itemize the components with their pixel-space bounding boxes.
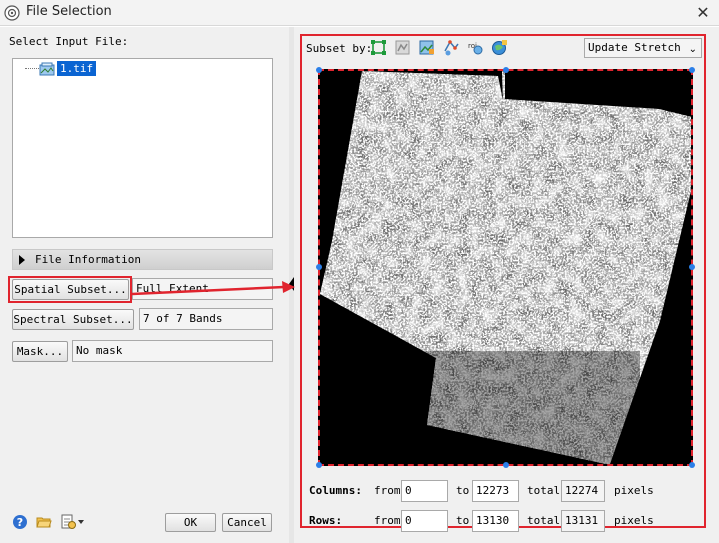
close-button[interactable]: ✕: [693, 3, 713, 23]
file-tree[interactable]: 1.tif: [12, 58, 273, 238]
columns-to-input[interactable]: 12273: [472, 480, 519, 502]
columns-unit-label: pixels: [614, 484, 654, 497]
crop-handle[interactable]: [689, 264, 695, 270]
left-panel: Select Input File: 1.tif File Informatio…: [0, 27, 286, 543]
title-bar: File Selection ✕: [0, 0, 719, 26]
rows-total-value: 13131: [561, 510, 605, 532]
file-options-icon[interactable]: [60, 514, 86, 530]
select-input-label: Select Input File:: [9, 35, 129, 48]
crop-handle[interactable]: [316, 67, 322, 73]
map-subset-icon[interactable]: [491, 39, 508, 56]
mask-button[interactable]: Mask...: [12, 341, 68, 362]
chevron-down-icon: ⌄: [688, 44, 697, 55]
vector-subset-icon[interactable]: [443, 39, 460, 56]
file-subset-icon[interactable]: [418, 39, 435, 56]
columns-total-label: total: [527, 484, 561, 497]
ok-button[interactable]: OK: [165, 513, 216, 532]
columns-label: Columns:: [309, 484, 362, 497]
app-icon: [4, 5, 20, 21]
window-title: File Selection: [26, 4, 112, 19]
rows-label: Rows:: [309, 514, 343, 527]
spatial-subset-highlight: [8, 276, 132, 303]
roi-file-icon[interactable]: roi: [467, 39, 484, 56]
roi-subset-icon[interactable]: [394, 39, 411, 56]
rows-unit-label: pixels: [614, 514, 654, 527]
spatial-subset-value: Full Extent: [132, 278, 273, 300]
spectral-subset-button[interactable]: Spectral Subset...: [12, 309, 134, 330]
columns-from-label: from: [374, 484, 401, 497]
crop-handle[interactable]: [316, 462, 322, 468]
rows-total-label: total: [527, 514, 561, 527]
columns-to-label: to: [456, 484, 470, 497]
crop-handle[interactable]: [316, 264, 322, 270]
expand-triangle-icon: [19, 255, 25, 265]
stretch-dropdown-value: Update Stretch: [588, 41, 681, 54]
crop-handle[interactable]: [503, 67, 509, 73]
raster-preview-image: [320, 71, 691, 464]
tree-item-file[interactable]: 1.tif: [57, 61, 97, 76]
tree-connector: [25, 68, 39, 69]
rows-from-input[interactable]: 0: [401, 510, 448, 532]
crop-handle[interactable]: [689, 462, 695, 468]
help-icon[interactable]: ?: [12, 514, 28, 530]
cancel-button[interactable]: Cancel: [222, 513, 272, 532]
crop-handle[interactable]: [689, 67, 695, 73]
crop-handle[interactable]: [503, 462, 509, 468]
rows-to-input[interactable]: 13130: [472, 510, 519, 532]
file-information-toggle[interactable]: File Information: [12, 249, 273, 270]
file-information-label: File Information: [35, 253, 141, 266]
rows-to-label: to: [456, 514, 470, 527]
svg-text:?: ?: [17, 516, 23, 529]
raster-file-icon: [39, 62, 55, 76]
rows-from-label: from: [374, 514, 401, 527]
stretch-dropdown[interactable]: Update Stretch ⌄: [584, 38, 702, 58]
dialog-body: Select Input File: 1.tif File Informatio…: [0, 27, 719, 543]
subset-by-label: Subset by:: [306, 42, 373, 55]
image-subset-icon[interactable]: [370, 39, 387, 56]
collapse-arrow-icon[interactable]: [289, 277, 294, 291]
spectral-subset-value: 7 of 7 Bands: [139, 308, 273, 330]
columns-total-value: 12274: [561, 480, 605, 502]
columns-from-input[interactable]: 0: [401, 480, 448, 502]
mask-value: No mask: [72, 340, 273, 362]
image-preview[interactable]: [316, 67, 695, 468]
open-folder-icon[interactable]: [36, 514, 52, 530]
